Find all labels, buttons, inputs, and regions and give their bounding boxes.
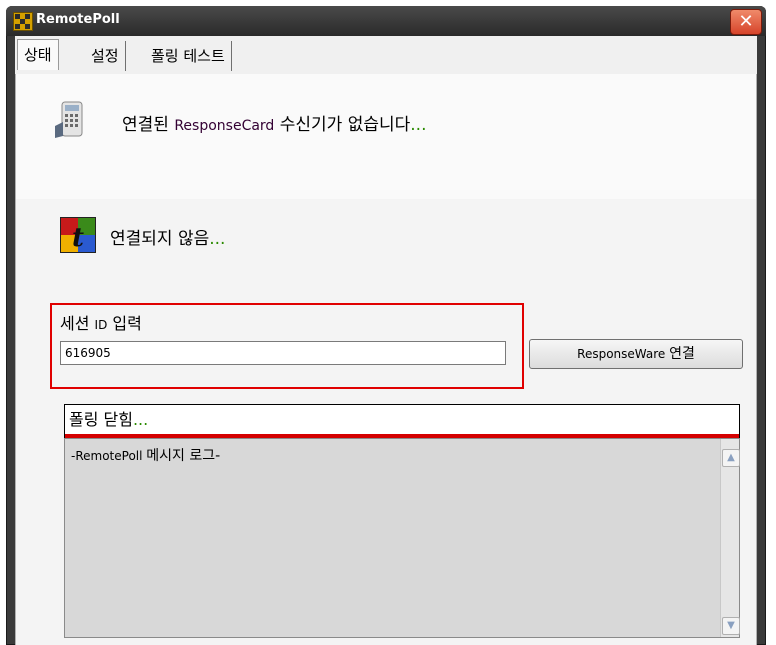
svg-text:t: t <box>72 223 84 253</box>
responsecard-remote-icon <box>55 101 83 138</box>
session-label-id: ID <box>94 318 108 332</box>
connection-status-ellipsis: ... <box>209 229 226 249</box>
title-bar[interactable]: RemotePoll ✕ <box>6 6 766 36</box>
connect-button-suffix: 연결 <box>669 346 695 362</box>
connect-button-prefix: ResponseWare <box>577 347 670 361</box>
responseware-connect-button[interactable]: ResponseWare 연결 <box>529 339 743 369</box>
poll-status-header: 폴링 닫힘... <box>64 404 740 434</box>
receiver-section: 연결된 ResponseCard 수신기가 없습니다... <box>16 74 756 199</box>
chevron-down-icon: ▼ <box>727 620 735 631</box>
chevron-up-icon: ▲ <box>727 452 735 463</box>
message-log[interactable]: -RemotePoll 메시지 로그- ▲ ▼ <box>64 438 740 638</box>
tab-polling-test[interactable]: 폴링 테스트 <box>145 41 232 71</box>
poll-status-ellipsis: ... <box>132 410 149 429</box>
close-button[interactable]: ✕ <box>730 9 762 35</box>
log-suffix: 메시지 로그- <box>146 448 221 464</box>
connection-status: 연결되지 않음... <box>110 224 225 249</box>
status-panel: 연결된 ResponseCard 수신기가 없습니다... t 연결되지 않음.… <box>15 74 757 645</box>
session-id-input[interactable]: 616905 <box>60 341 506 365</box>
receiver-status: 연결된 ResponseCard 수신기가 없습니다... <box>122 110 426 135</box>
session-id-label: 세션 ID 입력 <box>60 310 142 334</box>
remotepoll-window: RemotePoll ✕ 상태 설정 폴링 테스트 연결된 ResponseCa… <box>6 6 766 645</box>
tab-bar: 상태 설정 폴링 테스트 <box>15 36 757 74</box>
close-icon: ✕ <box>738 11 754 32</box>
session-label-suffix: 입력 <box>107 314 142 333</box>
tab-settings[interactable]: 설정 <box>85 41 126 71</box>
receiver-product-name: ResponseCard <box>174 118 275 134</box>
log-prefix: -RemotePoll <box>71 449 147 463</box>
message-log-text: -RemotePoll 메시지 로그- <box>71 445 220 465</box>
app-icon <box>13 12 33 31</box>
poll-status-text: 폴링 닫힘 <box>69 410 133 429</box>
receiver-status-suffix: 수신기가 없습니다 <box>274 115 411 135</box>
scroll-down-button[interactable]: ▼ <box>722 617 740 635</box>
turningpoint-connection-icon: t <box>60 217 96 253</box>
tab-status[interactable]: 상태 <box>17 39 59 70</box>
log-scrollbar[interactable]: ▲ ▼ <box>720 439 740 637</box>
client-area: 상태 설정 폴링 테스트 연결된 ResponseCard 수신기가 없습니다.… <box>15 36 757 645</box>
connection-status-text: 연결되지 않음 <box>110 229 210 249</box>
window-title: RemotePoll <box>36 12 120 27</box>
receiver-status-ellipsis: ... <box>410 115 427 135</box>
session-label-prefix: 세션 <box>60 314 95 333</box>
scroll-up-button[interactable]: ▲ <box>722 449 740 467</box>
receiver-status-prefix: 연결된 <box>122 115 175 135</box>
